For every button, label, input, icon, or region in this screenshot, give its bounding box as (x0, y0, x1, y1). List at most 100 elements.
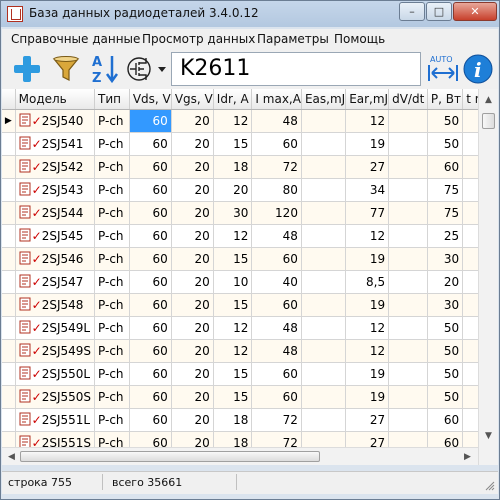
model-cell[interactable]: ✓2SJ549L (15, 316, 96, 340)
table-cell[interactable]: 20 (171, 385, 214, 409)
table-cell[interactable]: 50 (427, 132, 464, 156)
table-cell[interactable]: 60 (129, 316, 172, 340)
table-cell[interactable]: 60 (129, 155, 172, 179)
resize-grip-icon[interactable] (485, 481, 495, 491)
scroll-up-icon[interactable]: ▲ (481, 92, 496, 107)
table-row[interactable]: ✓2SJ546 P-ch 60 20 15 60 19 30 (2, 247, 498, 271)
maximize-button[interactable]: □ (426, 2, 452, 21)
table-row[interactable]: ✓2SJ545 P-ch 60 20 12 48 12 25 (2, 224, 498, 248)
table-cell[interactable]: 20 (171, 109, 214, 133)
table-cell[interactable]: 20 (171, 408, 214, 432)
row-indicator[interactable] (2, 408, 16, 432)
table-cell[interactable] (301, 362, 347, 386)
scroll-left-icon[interactable]: ◀ (4, 449, 19, 464)
table-cell[interactable]: 30 (427, 293, 464, 317)
table-cell[interactable] (301, 316, 347, 340)
table-cell[interactable]: 50 (427, 316, 464, 340)
table-cell[interactable] (301, 293, 347, 317)
row-indicator[interactable] (2, 385, 16, 409)
table-row[interactable]: ✓2SJ549L P-ch 60 20 12 48 12 50 (2, 316, 498, 340)
model-cell[interactable]: ✓2SJ547 (15, 270, 96, 294)
table-cell[interactable]: P-ch (94, 109, 130, 133)
table-cell[interactable]: 12 (213, 316, 253, 340)
scroll-right-icon[interactable]: ▶ (460, 449, 475, 464)
table-cell[interactable]: 20 (171, 132, 214, 156)
table-cell[interactable]: P-ch (94, 132, 130, 156)
table-cell[interactable]: 72 (251, 155, 302, 179)
row-indicator[interactable] (2, 339, 16, 363)
model-cell[interactable]: ✓2SJ542 (15, 155, 96, 179)
table-cell[interactable]: 12 (213, 224, 253, 248)
row-indicator[interactable]: ▶ (2, 109, 16, 133)
menu-help[interactable]: Помощь (334, 32, 385, 46)
table-cell[interactable]: 12 (213, 339, 253, 363)
table-cell[interactable]: 20 (171, 339, 214, 363)
table-cell[interactable]: 12 (345, 339, 390, 363)
table-cell[interactable] (301, 201, 347, 225)
col-header[interactable]: Vgs, V (171, 89, 214, 110)
table-cell[interactable]: 20 (427, 270, 464, 294)
table-cell[interactable]: 19 (345, 247, 390, 271)
row-indicator[interactable] (2, 178, 16, 202)
table-cell[interactable]: 30 (427, 247, 464, 271)
close-button[interactable]: ✕ (453, 2, 497, 21)
table-cell[interactable]: 12 (345, 316, 390, 340)
table-cell[interactable]: 15 (213, 293, 253, 317)
table-cell[interactable]: 27 (345, 155, 390, 179)
table-cell[interactable] (301, 339, 347, 363)
info-icon[interactable]: i (461, 52, 495, 86)
table-cell[interactable]: 19 (345, 362, 390, 386)
table-cell[interactable]: 15 (213, 247, 253, 271)
table-cell[interactable]: 12 (345, 109, 390, 133)
table-cell[interactable]: 48 (251, 109, 302, 133)
table-cell[interactable]: 20 (171, 224, 214, 248)
table-cell[interactable] (388, 385, 428, 409)
table-cell[interactable]: 20 (171, 155, 214, 179)
table-cell[interactable]: P-ch (94, 339, 130, 363)
table-cell[interactable]: 15 (213, 385, 253, 409)
model-cell[interactable]: ✓2SJ551L (15, 408, 96, 432)
model-cell[interactable]: ✓2SJ541 (15, 132, 96, 156)
table-row[interactable]: ✓2SJ550S P-ch 60 20 15 60 19 50 (2, 385, 498, 409)
row-indicator[interactable] (2, 132, 16, 156)
table-cell[interactable] (301, 270, 347, 294)
table-cell[interactable] (388, 293, 428, 317)
table-cell[interactable] (388, 247, 428, 271)
model-cell[interactable]: ✓2SJ550S (15, 385, 96, 409)
table-cell[interactable] (301, 224, 347, 248)
horizontal-scrollbar[interactable]: ◀ ▶ (2, 447, 478, 465)
row-indicator[interactable] (2, 201, 16, 225)
table-cell[interactable] (301, 408, 347, 432)
minimize-button[interactable]: – (399, 2, 425, 21)
table-cell[interactable]: 50 (427, 385, 464, 409)
table-row[interactable]: ✓2SJ544 P-ch 60 20 30 120 77 75 (2, 201, 498, 225)
col-header[interactable]: dV/dt (388, 89, 428, 110)
table-cell[interactable]: 120 (251, 201, 302, 225)
table-cell[interactable]: 48 (251, 224, 302, 248)
search-input[interactable]: K2611 (171, 52, 421, 86)
scroll-down-icon[interactable]: ▼ (481, 428, 496, 443)
model-cell[interactable]: ✓2SJ548 (15, 293, 96, 317)
table-cell[interactable] (388, 132, 428, 156)
table-cell[interactable]: 60 (427, 155, 464, 179)
table-cell[interactable] (301, 155, 347, 179)
table-cell[interactable]: 15 (213, 362, 253, 386)
row-indicator[interactable] (2, 224, 16, 248)
table-cell[interactable]: 48 (251, 339, 302, 363)
sort-az-icon[interactable]: AZ (88, 52, 122, 86)
table-cell[interactable]: 80 (251, 178, 302, 202)
col-header[interactable]: Ear,mJ (345, 89, 390, 110)
table-cell[interactable]: 19 (345, 385, 390, 409)
model-cell[interactable]: ✓2SJ550L (15, 362, 96, 386)
table-cell[interactable]: 15 (213, 132, 253, 156)
table-row[interactable]: ▶ ✓2SJ540 P-ch 60 20 12 48 12 50 (2, 109, 498, 133)
col-header[interactable]: Eas,mJ (301, 89, 347, 110)
table-row[interactable]: ✓2SJ547 P-ch 60 20 10 40 8,5 20 (2, 270, 498, 294)
table-cell[interactable]: 30 (213, 201, 253, 225)
selected-cell[interactable]: 60 (129, 109, 172, 133)
model-cell[interactable]: ✓2SJ545 (15, 224, 96, 248)
table-cell[interactable] (388, 109, 428, 133)
table-cell[interactable]: 48 (251, 316, 302, 340)
table-cell[interactable]: 60 (129, 270, 172, 294)
table-cell[interactable]: 20 (171, 316, 214, 340)
